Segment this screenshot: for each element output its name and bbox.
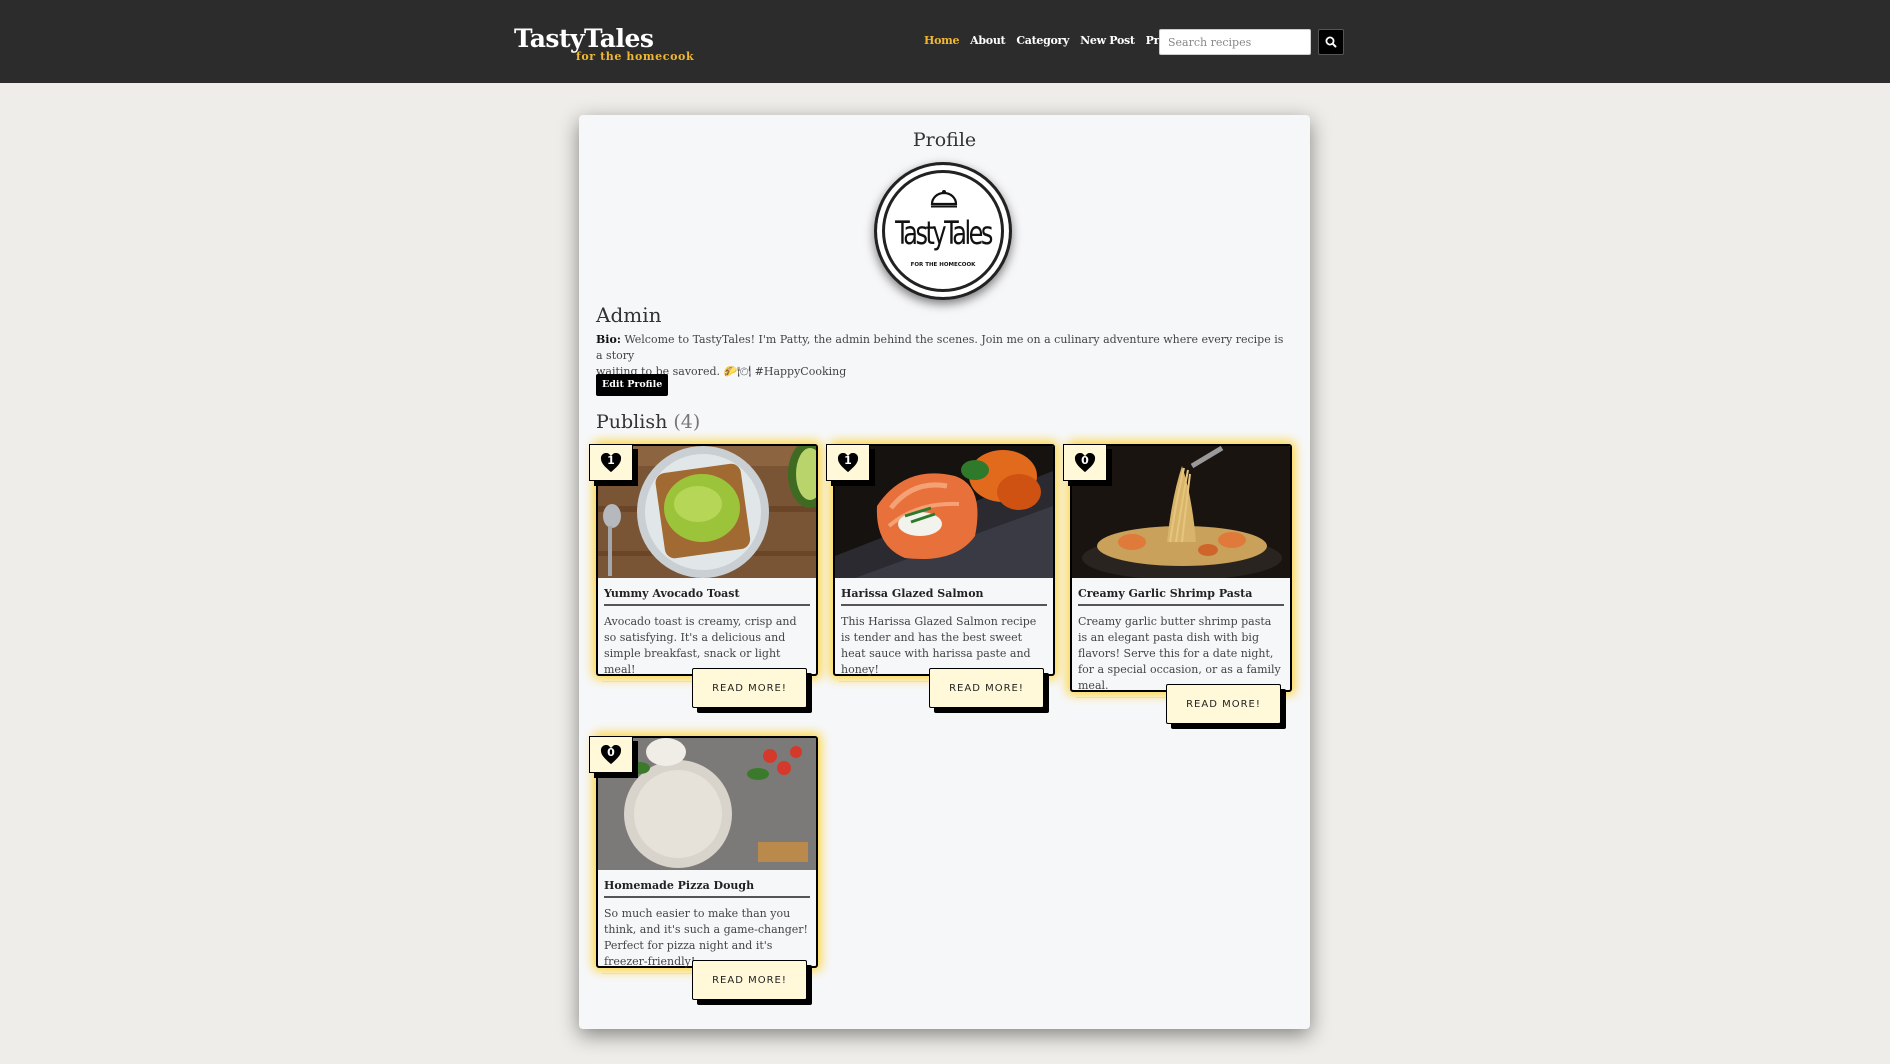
recipe-title[interactable]: Homemade Pizza Dough <box>604 879 810 898</box>
profile-card: Profile TastyTales FOR THE HOMECOOK Admi… <box>579 115 1310 1029</box>
recipe-title[interactable]: Yummy Avocado Toast <box>604 587 810 606</box>
bio-label: Bio: <box>596 333 621 346</box>
read-more-button[interactable]: READ MORE! <box>692 960 807 1000</box>
avatar: TastyTales FOR THE HOMECOOK <box>874 162 1012 300</box>
user-name: Admin <box>596 303 662 327</box>
search-button[interactable] <box>1318 29 1344 55</box>
nav-link-about[interactable]: About <box>970 34 1005 47</box>
publish-count: (4) <box>673 411 701 433</box>
like-count: 0 <box>1081 454 1089 467</box>
like-badge[interactable]: 0 <box>589 736 633 773</box>
nav-link-home[interactable]: Home <box>924 34 959 47</box>
like-badge[interactable]: 1 <box>826 444 870 481</box>
read-more-button[interactable]: READ MORE! <box>692 668 807 708</box>
nav-link-new-post[interactable]: New Post <box>1080 34 1135 47</box>
navbar: TastyTales for the homecook Home About C… <box>0 0 1890 83</box>
user-bio: Bio: Welcome to TastyTales! I'm Patty, t… <box>596 332 1286 380</box>
brand-tagline: for the homecook <box>576 50 695 63</box>
like-badge[interactable]: 0 <box>1063 444 1107 481</box>
publish-label: Publish <box>596 411 668 433</box>
recipe-card[interactable]: Homemade Pizza Dough So much easier to m… <box>589 736 818 1000</box>
publish-heading: Publish (4) <box>596 411 700 433</box>
edit-profile-button[interactable]: Edit Profile <box>596 374 669 396</box>
recipe-title[interactable]: Creamy Garlic Shrimp Pasta <box>1078 587 1284 606</box>
bio-text-line1: Welcome to TastyTales! I'm Patty, the ad… <box>596 333 1284 362</box>
cloche-icon <box>930 190 958 208</box>
recipe-card[interactable]: Yummy Avocado Toast Avocado toast is cre… <box>589 440 832 708</box>
search-input[interactable] <box>1159 29 1311 55</box>
recipe-description: Creamy garlic butter shrimp pasta is an … <box>1078 615 1281 692</box>
recipe-card[interactable]: Creamy Garlic Shrimp Pasta Creamy garlic… <box>1063 444 1292 724</box>
search-icon <box>1325 36 1337 48</box>
avatar-logo-subtext: FOR THE HOMECOOK <box>910 262 976 268</box>
read-more-button[interactable]: READ MORE! <box>1166 684 1281 724</box>
like-count: 1 <box>607 454 615 467</box>
page-title: Profile <box>912 129 977 151</box>
brand-logo[interactable]: TastyTales for the homecook <box>514 24 694 63</box>
like-count: 0 <box>607 746 615 759</box>
recipe-title[interactable]: Harissa Glazed Salmon <box>841 587 1047 606</box>
nav-links: Home About Category New Post Profile <box>924 34 1194 47</box>
like-badge[interactable]: 1 <box>589 444 633 481</box>
read-more-button[interactable]: READ MORE! <box>929 668 1044 708</box>
like-count: 1 <box>844 454 852 467</box>
nav-link-category[interactable]: Category <box>1016 34 1069 47</box>
avatar-logo-text: TastyTales <box>895 214 993 252</box>
recipe-card[interactable]: Harissa Glazed Salmon This Harissa Glaze… <box>826 444 1055 708</box>
